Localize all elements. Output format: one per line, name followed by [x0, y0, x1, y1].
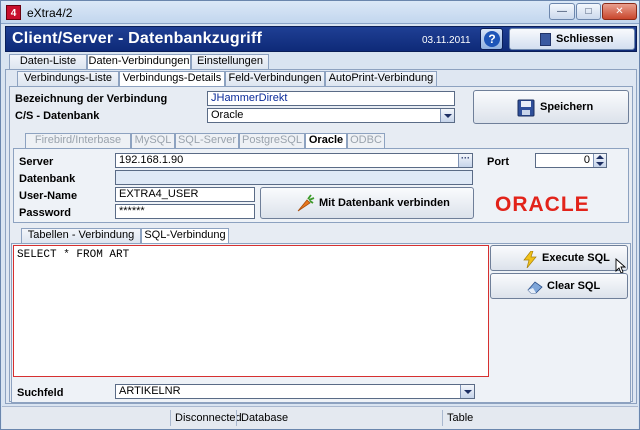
tab-firebird[interactable]: Firebird/Interbase [25, 133, 131, 148]
oracle-logo: ORACLE [495, 193, 590, 216]
lightning-icon [523, 251, 537, 268]
spin-up-icon[interactable] [596, 155, 604, 159]
help-icon: ? [484, 31, 500, 47]
tab-sql-verbindung[interactable]: SQL-Verbindung [141, 228, 229, 244]
tab-tabellen-verbindung[interactable]: Tabellen - Verbindung [21, 228, 141, 243]
tab-mysql[interactable]: MySQL [131, 133, 175, 148]
clear-sql-button[interactable]: Clear SQL [490, 273, 628, 299]
mouse-cursor-icon [615, 258, 627, 274]
sql-tabs: Tabellen - Verbindung SQL-Verbindung [11, 228, 311, 244]
header-banner: Client/Server - Datenbankzugriff 03.11.2… [5, 26, 637, 52]
db-type-select[interactable]: Oracle [207, 108, 455, 123]
app-window: 4 eXtra4/2 — □ ✕ Client/Server - Datenba… [0, 0, 640, 430]
carrot-icon [297, 194, 315, 212]
tab-verbindungs-liste[interactable]: Verbindungs-Liste [17, 71, 119, 86]
port-spinner[interactable] [593, 154, 606, 167]
save-button[interactable]: Speichern [473, 90, 629, 124]
close-window-button[interactable]: ✕ [602, 3, 637, 20]
server-label: Server [19, 156, 54, 168]
top-tabs: Daten-Liste Daten-Verbindungen Einstellu… [5, 54, 637, 70]
chevron-down-icon[interactable] [460, 385, 474, 398]
connection-name-input[interactable]: JHammerDirekt [207, 91, 455, 106]
tab-odbc[interactable]: ODBC [347, 133, 385, 148]
search-field-select[interactable]: ARTIKELNR [115, 384, 475, 399]
connection-name-label: Bezeichnung der Verbindung [15, 93, 168, 105]
window-title: eXtra4/2 [27, 6, 73, 20]
status-connection: Disconnected [170, 410, 242, 426]
username-label: User-Name [19, 190, 78, 202]
header-date: 03.11.2011 [422, 35, 471, 46]
app-icon: 4 [6, 5, 21, 20]
port-label: Port [487, 156, 509, 168]
search-field-value: ARTIKELNR [119, 385, 181, 397]
tab-autoprint-verbindung[interactable]: AutoPrint-Verbindung [325, 71, 437, 86]
help-button[interactable]: ? [480, 28, 503, 50]
search-field-label: Suchfeld [17, 387, 64, 399]
password-label: Password [19, 207, 71, 219]
database-input[interactable] [115, 170, 473, 185]
port-value: 0 [583, 154, 590, 166]
save-label: Speichern [540, 101, 594, 113]
execute-sql-button[interactable]: Execute SQL [490, 245, 628, 274]
schliessen-label: Schliessen [556, 33, 614, 45]
tab-daten-verbindungen[interactable]: Daten-Verbindungen [87, 54, 191, 70]
tab-daten-liste[interactable]: Daten-Liste [9, 54, 87, 69]
password-input[interactable]: ****** [115, 204, 255, 219]
port-input[interactable]: 0 [535, 153, 607, 168]
db-tabs: Firebird/Interbase MySQL SQL-Server Post… [13, 133, 413, 149]
schliessen-button[interactable]: Schliessen [509, 28, 635, 50]
db-type-label: C/S - Datenbank [15, 110, 100, 122]
tab-feld-verbindungen[interactable]: Feld-Verbindungen [225, 71, 325, 86]
eraser-icon [527, 281, 543, 294]
page-title: Client/Server - Datenbankzugriff [12, 30, 263, 47]
maximize-button[interactable]: □ [576, 3, 601, 20]
status-database: Database [236, 410, 442, 426]
connect-label: Mit Datenbank verbinden [319, 197, 450, 209]
server-input[interactable]: 192.168.1.90 ··· [115, 153, 473, 168]
title-bar[interactable]: 4 eXtra4/2 — □ ✕ [1, 1, 639, 24]
chevron-down-icon[interactable] [440, 109, 454, 122]
status-table: Table [442, 410, 622, 426]
sub-tabs: Verbindungs-Liste Verbindungs-Details Fe… [9, 71, 629, 87]
spin-down-icon[interactable] [596, 162, 604, 166]
browse-dots-icon[interactable]: ··· [458, 154, 472, 167]
tab-einstellungen[interactable]: Einstellungen [191, 54, 269, 69]
db-type-value: Oracle [211, 109, 244, 121]
execute-sql-label: Execute SQL [542, 252, 610, 264]
tab-postgresql[interactable]: PostgreSQL [239, 133, 305, 148]
sql-query-textarea[interactable]: SELECT * FROM ART [13, 245, 489, 377]
tab-verbindungs-details[interactable]: Verbindungs-Details [119, 71, 225, 87]
clear-sql-label: Clear SQL [547, 280, 601, 292]
status-bar: Disconnected Database Table [2, 406, 638, 429]
minimize-button[interactable]: — [549, 3, 575, 20]
server-value: 192.168.1.90 [119, 154, 184, 166]
connect-database-button[interactable]: Mit Datenbank verbinden [260, 187, 474, 219]
door-icon [540, 33, 551, 46]
database-label: Datenbank [19, 173, 76, 185]
floppy-disk-icon [517, 99, 535, 117]
username-input[interactable]: EXTRA4_USER [115, 187, 255, 202]
tab-oracle[interactable]: Oracle [305, 133, 347, 149]
tab-sqlserver[interactable]: SQL-Server [175, 133, 239, 148]
